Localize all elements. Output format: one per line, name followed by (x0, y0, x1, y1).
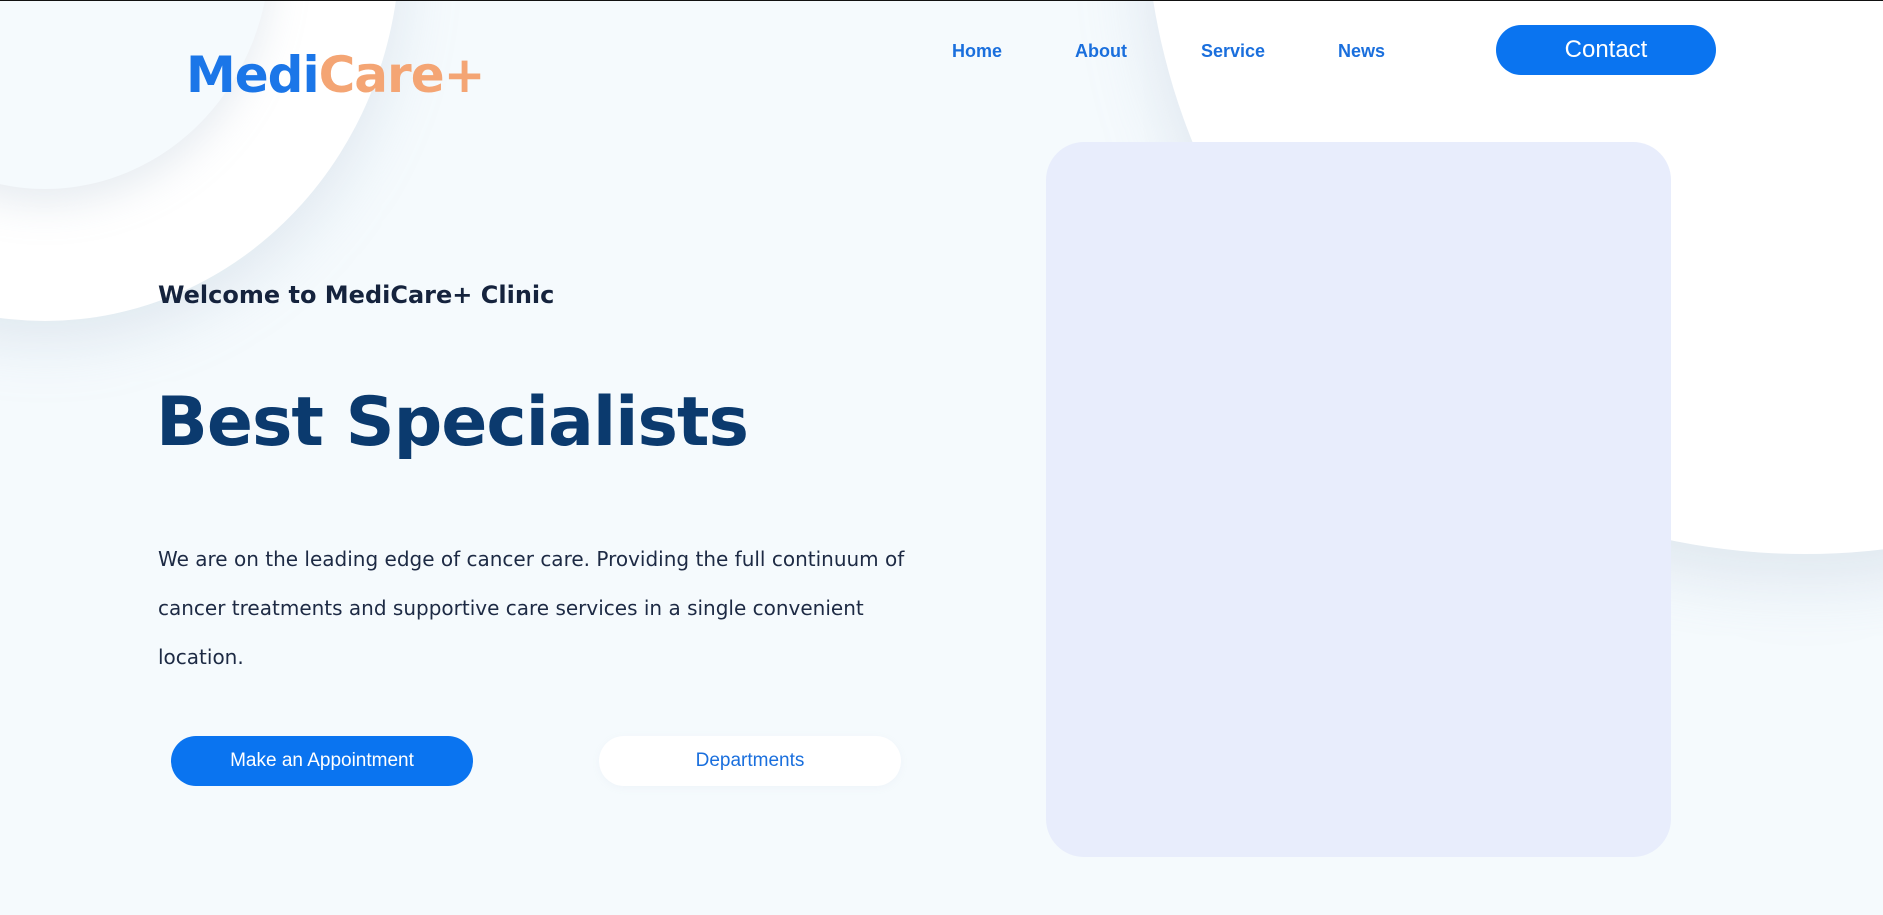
nav-link-about[interactable]: About (1075, 39, 1127, 63)
nav-link-home[interactable]: Home (952, 39, 1002, 63)
page: MediCare+ Home About Service News Contac… (0, 0, 1883, 915)
site-logo[interactable]: MediCare+ (186, 45, 486, 105)
departments-button[interactable]: Departments (599, 736, 901, 786)
nav-link-news[interactable]: News (1338, 39, 1385, 63)
logo-text-care: Care+ (318, 46, 486, 104)
hero-description: We are on the leading edge of cancer car… (158, 547, 905, 669)
hero-welcome-text: Welcome to MediCare+ Clinic (158, 281, 555, 309)
nav-link-service[interactable]: Service (1201, 39, 1265, 63)
logo-text-medi: Medi (186, 46, 320, 104)
contact-button[interactable]: Contact (1496, 25, 1716, 75)
hero-image-placeholder (1046, 142, 1671, 857)
make-appointment-button[interactable]: Make an Appointment (171, 736, 473, 786)
hero-headline: Best Specialists (156, 383, 749, 462)
